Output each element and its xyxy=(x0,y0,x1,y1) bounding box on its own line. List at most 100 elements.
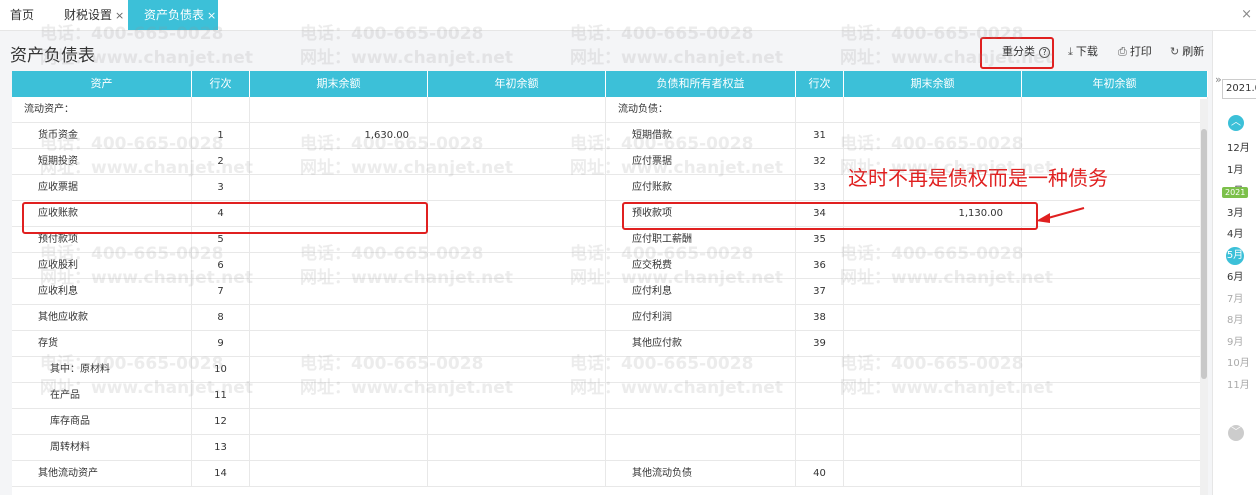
month-item[interactable]: 1月 xyxy=(1227,161,1243,176)
asset-beginning-balance xyxy=(428,201,606,227)
liability-ending-balance xyxy=(844,383,1022,409)
tab-home[interactable]: 首页 xyxy=(10,0,34,30)
liability-ending-balance xyxy=(844,123,1022,149)
print-label: 打印 xyxy=(1129,45,1152,58)
table-row[interactable]: 应收股利 6 应交税费 36 xyxy=(12,253,1208,279)
month-item[interactable]: 10月 xyxy=(1227,354,1250,369)
asset-beginning-balance xyxy=(428,123,606,149)
table-row[interactable]: 其他应收款 8 应付利润 38 xyxy=(12,305,1208,331)
table-row[interactable]: 库存商品 12 xyxy=(12,409,1208,435)
asset-ending-balance xyxy=(250,253,428,279)
table-row[interactable]: 存货 9 其他应付款 39 xyxy=(12,331,1208,357)
asset-name: 其他流动资产 xyxy=(12,461,192,487)
table-row[interactable]: 其中：原材料 10 xyxy=(12,357,1208,383)
liability-ending-balance xyxy=(844,435,1022,461)
liability-beginning-balance xyxy=(1022,305,1208,331)
table-row[interactable]: 货币资金 1 1,630.00 短期借款 31 xyxy=(12,123,1208,149)
asset-name: 库存商品 xyxy=(12,409,192,435)
asset-line-no: 6 xyxy=(192,253,250,279)
liability-ending-balance xyxy=(844,97,1022,123)
year-select[interactable]: 2021.0 xyxy=(1222,79,1256,99)
asset-beginning-balance xyxy=(428,383,606,409)
asset-ending-balance xyxy=(250,331,428,357)
balance-sheet-table: 资产 行次 期末余额 年初余额 负债和所有者权益 行次 期末余额 年初余额 流动… xyxy=(12,71,1208,495)
highlight-box-receivable xyxy=(22,202,428,234)
month-item[interactable]: 9月 xyxy=(1227,333,1243,348)
table-row[interactable]: 流动资产： 流动负债： xyxy=(12,97,1208,123)
asset-beginning-balance xyxy=(428,409,606,435)
col-header-liabilities: 负债和所有者权益 xyxy=(606,71,796,97)
liability-line-no: 31 xyxy=(796,123,844,149)
chevron-up-icon[interactable]: ︿ xyxy=(1228,115,1244,131)
tab-tax-settings[interactable]: 财税设置 × xyxy=(64,0,124,30)
month-item[interactable]: 7月 xyxy=(1227,290,1243,305)
close-icon[interactable]: × xyxy=(115,9,124,22)
main-content: 资产负债表 重分类? ⤓ 下载 ⎙ 打印 ↻ 刷新 资产 行次 期末余额 年初余额 负… xyxy=(0,24,1212,495)
liability-name xyxy=(606,383,796,409)
download-button[interactable]: ⤓ 下载 xyxy=(1068,43,1098,59)
liability-ending-balance xyxy=(844,227,1022,253)
liability-beginning-balance xyxy=(1022,279,1208,305)
asset-name: 流动资产： xyxy=(12,97,192,123)
liability-name xyxy=(606,435,796,461)
liability-line-no: 32 xyxy=(796,149,844,175)
liability-ending-balance xyxy=(844,305,1022,331)
asset-beginning-balance xyxy=(428,305,606,331)
liability-beginning-balance xyxy=(1022,383,1208,409)
scrollbar-thumb[interactable] xyxy=(1201,129,1207,379)
asset-beginning-balance xyxy=(428,279,606,305)
month-item[interactable]: 3月 xyxy=(1227,204,1243,219)
col-header-ending-balance: 期末余额 xyxy=(250,71,428,97)
asset-beginning-balance xyxy=(428,253,606,279)
print-button[interactable]: ⎙ 打印 xyxy=(1118,43,1152,59)
month-item[interactable]: 6月 xyxy=(1227,268,1243,283)
liability-line-no xyxy=(796,435,844,461)
asset-beginning-balance xyxy=(428,331,606,357)
table-row[interactable]: 在产品 11 xyxy=(12,383,1208,409)
liability-beginning-balance xyxy=(1022,331,1208,357)
close-icon[interactable]: × xyxy=(207,9,216,22)
col-header-beginning-balance: 年初余额 xyxy=(428,71,606,97)
asset-line-no: 3 xyxy=(192,175,250,201)
asset-ending-balance xyxy=(250,383,428,409)
month-item[interactable]: 4月 xyxy=(1227,225,1243,240)
col-header-beginning-balance: 年初余额 xyxy=(1022,71,1208,97)
liability-line-no xyxy=(796,409,844,435)
asset-line-no: 9 xyxy=(192,331,250,357)
page-title: 资产负债表 xyxy=(10,46,95,66)
liability-name xyxy=(606,409,796,435)
liability-beginning-balance xyxy=(1022,97,1208,123)
watermark-text: 网址：www.chanjet.net xyxy=(570,48,783,68)
table-row[interactable]: 应收利息 7 应付利息 37 xyxy=(12,279,1208,305)
chevron-down-icon[interactable]: ﹀ xyxy=(1228,425,1244,441)
close-all-icon[interactable]: × xyxy=(1241,7,1252,22)
liability-beginning-balance xyxy=(1022,227,1208,253)
asset-ending-balance xyxy=(250,409,428,435)
table-row[interactable]: 周转材料 13 xyxy=(12,435,1208,461)
refresh-button[interactable]: ↻ 刷新 xyxy=(1170,43,1204,59)
annotation-text: 这时不再是债权而是一种债务 xyxy=(848,166,1108,190)
asset-line-no: 1 xyxy=(192,123,250,149)
month-item[interactable]: 5月 xyxy=(1226,246,1244,265)
month-item[interactable]: 11月 xyxy=(1227,376,1250,391)
asset-ending-balance xyxy=(250,461,428,487)
liability-beginning-balance xyxy=(1022,357,1208,383)
asset-line-no: 2 xyxy=(192,149,250,175)
liability-name: 其他应付款 xyxy=(606,331,796,357)
tab-balance-sheet[interactable]: 资产负债表 × xyxy=(128,0,218,30)
collapse-icon[interactable]: » xyxy=(1215,73,1222,86)
table-row[interactable]: 其他流动资产 14 其他流动负债 40 xyxy=(12,461,1208,487)
liability-line-no: 36 xyxy=(796,253,844,279)
month-item[interactable]: 8月 xyxy=(1227,311,1243,326)
table-header: 资产 行次 期末余额 年初余额 负债和所有者权益 行次 期末余额 年初余额 xyxy=(12,71,1208,97)
vertical-scrollbar[interactable] xyxy=(1200,99,1208,495)
liability-ending-balance xyxy=(844,409,1022,435)
liability-line-no: 35 xyxy=(796,227,844,253)
asset-ending-balance xyxy=(250,175,428,201)
liability-name: 应付职工薪酬 xyxy=(606,227,796,253)
liability-name: 应付利息 xyxy=(606,279,796,305)
printer-icon: ⎙ xyxy=(1118,45,1127,58)
liability-name: 应付票据 xyxy=(606,149,796,175)
refresh-icon: ↻ xyxy=(1170,45,1180,58)
month-item[interactable]: 12月 xyxy=(1227,139,1250,154)
